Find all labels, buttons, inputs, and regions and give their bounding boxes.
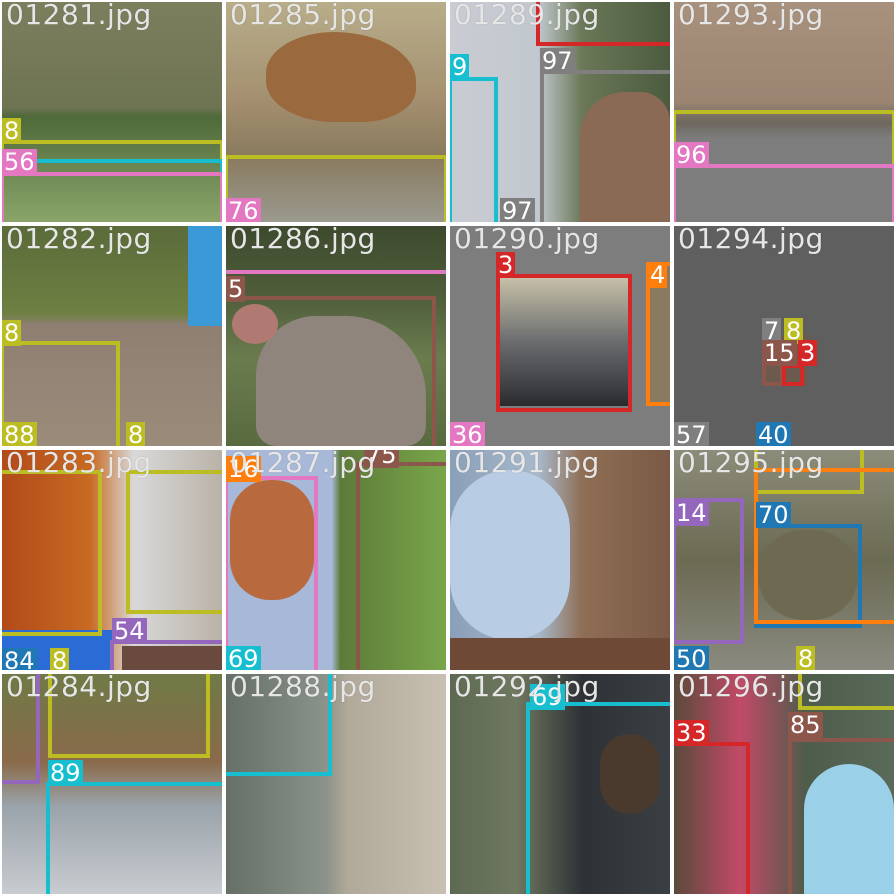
class-label: 14 xyxy=(674,499,709,527)
file-name: 01282.jpg xyxy=(6,226,152,255)
file-name: 01294.jpg xyxy=(678,226,824,255)
detection-box xyxy=(540,70,670,222)
detection-box xyxy=(788,738,894,894)
detection-box xyxy=(782,364,804,386)
detection-box xyxy=(496,274,632,412)
detection-box xyxy=(674,164,894,222)
image-tile: 8 88 8 01282.jpg xyxy=(2,226,222,446)
class-label: 8 xyxy=(796,645,816,670)
detection-box xyxy=(674,742,750,894)
class-label: 8 xyxy=(2,117,22,145)
class-label: 84 xyxy=(2,648,37,670)
image-tile: 96 01293.jpg xyxy=(674,2,894,222)
image-tile: 7 8 15 3 57 40 01294.jpg xyxy=(674,226,894,446)
image-tile: 01291.jpg xyxy=(450,450,670,670)
class-label: 97 xyxy=(500,197,535,222)
detection-box xyxy=(754,468,894,624)
detection-box xyxy=(226,296,436,446)
class-label: 89 xyxy=(48,759,83,787)
image-tile: 33 85 01296.jpg xyxy=(674,674,894,894)
class-label: 97 xyxy=(540,47,575,75)
file-name: 01291.jpg xyxy=(454,450,600,479)
file-name: 01296.jpg xyxy=(678,674,824,703)
class-label: 8 xyxy=(126,421,146,446)
class-label: 85 xyxy=(788,711,823,739)
class-label: 9 xyxy=(450,53,470,81)
class-label: 96 xyxy=(674,141,709,169)
detection-box xyxy=(46,782,222,894)
class-label: 76 xyxy=(226,197,261,222)
file-name: 01281.jpg xyxy=(6,2,152,31)
class-label: 50 xyxy=(674,645,709,670)
image-tile: 69 01292.jpg xyxy=(450,674,670,894)
image-tile: 5 01286.jpg xyxy=(226,226,446,446)
detection-box xyxy=(2,470,102,636)
image-tile: 9 97 97 01289.jpg xyxy=(450,2,670,222)
detection-box xyxy=(450,77,498,222)
class-label: 8 xyxy=(2,319,22,347)
detection-box xyxy=(226,476,318,670)
class-label: 5 xyxy=(226,275,246,303)
class-label: 70 xyxy=(756,501,791,529)
mosaic-grid: 8 56 01281.jpg 76 01285.jpg 9 97 97 0128… xyxy=(0,0,896,896)
file-name: 01292.jpg xyxy=(454,674,600,703)
class-label: 8 xyxy=(50,648,70,670)
class-label: 3 xyxy=(496,251,516,279)
class-label: 56 xyxy=(2,148,37,176)
file-name: 01290.jpg xyxy=(454,226,600,255)
class-label: 40 xyxy=(756,421,791,446)
detection-box xyxy=(2,172,222,222)
image-tile: 8 56 01281.jpg xyxy=(2,2,222,222)
class-label: 4 xyxy=(648,261,668,289)
file-name: 01293.jpg xyxy=(678,2,824,31)
file-name: 01295.jpg xyxy=(678,450,824,479)
image-tile: 16 75 69 01287.jpg xyxy=(226,450,446,670)
image-tile: 01288.jpg xyxy=(226,674,446,894)
class-label: 57 xyxy=(674,421,709,446)
class-label: 33 xyxy=(674,719,709,747)
file-name: 01289.jpg xyxy=(454,2,600,31)
detection-box xyxy=(356,462,446,670)
file-name: 01285.jpg xyxy=(230,2,376,31)
detection-box xyxy=(526,702,670,894)
image-tile: 76 01285.jpg xyxy=(226,2,446,222)
class-label: 54 xyxy=(112,617,147,645)
detection-box xyxy=(126,470,222,614)
file-name: 01284.jpg xyxy=(6,674,152,703)
file-name: 01283.jpg xyxy=(6,450,152,479)
image-tile: 3 4 36 01290.jpg xyxy=(450,226,670,446)
file-name: 01288.jpg xyxy=(230,674,376,703)
class-label: 69 xyxy=(226,645,261,670)
image-tile: 54 84 8 01283.jpg xyxy=(2,450,222,670)
class-label: 88 xyxy=(2,421,37,446)
class-label: 3 xyxy=(798,339,818,367)
file-name: 01287.jpg xyxy=(230,450,376,479)
class-label: 15 xyxy=(762,339,797,367)
image-tile: 89 01284.jpg xyxy=(2,674,222,894)
class-label: 36 xyxy=(450,421,485,446)
image-tile: 14 70 50 8 01295.jpg xyxy=(674,450,894,670)
file-name: 01286.jpg xyxy=(230,226,376,255)
